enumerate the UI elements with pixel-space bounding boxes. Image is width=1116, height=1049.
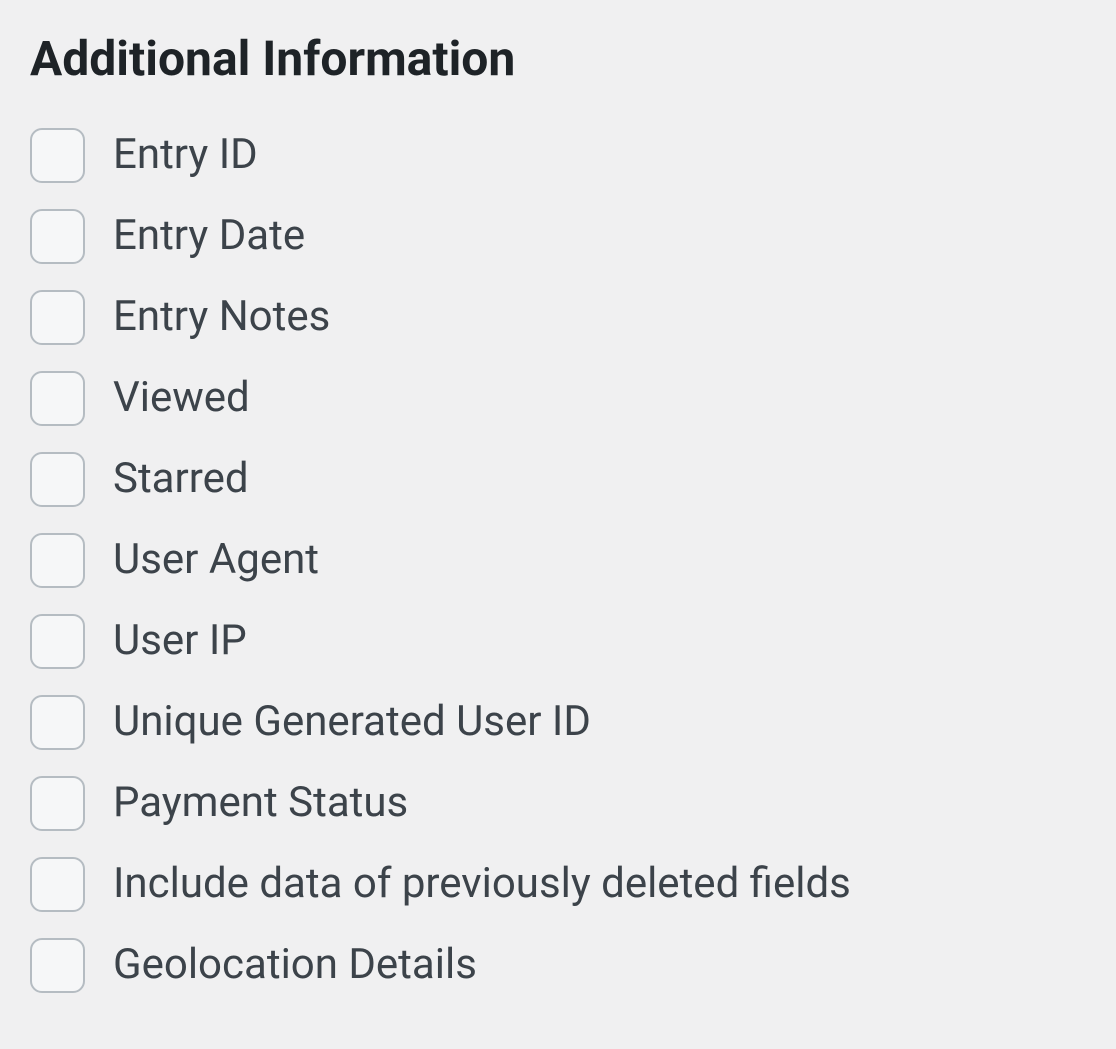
checkbox-label-user-agent[interactable]: User Agent — [113, 533, 319, 588]
checkbox-label-entry-date[interactable]: Entry Date — [113, 209, 305, 264]
checkbox-label-user-ip[interactable]: User IP — [113, 614, 247, 669]
checkbox-starred[interactable] — [30, 452, 85, 507]
checkbox-geolocation-details[interactable] — [30, 938, 85, 993]
checkbox-item-user-ip: User IP — [30, 614, 1086, 669]
checkbox-list: Entry ID Entry Date Entry Notes Viewed S… — [30, 128, 1086, 993]
checkbox-item-starred: Starred — [30, 452, 1086, 507]
checkbox-entry-id[interactable] — [30, 128, 85, 183]
checkbox-payment-status[interactable] — [30, 776, 85, 831]
checkbox-label-entry-id[interactable]: Entry ID — [113, 128, 258, 183]
checkbox-item-payment-status: Payment Status — [30, 776, 1086, 831]
checkbox-include-deleted-fields[interactable] — [30, 857, 85, 912]
checkbox-entry-date[interactable] — [30, 209, 85, 264]
checkbox-item-entry-date: Entry Date — [30, 209, 1086, 264]
checkbox-user-agent[interactable] — [30, 533, 85, 588]
checkbox-label-unique-generated-user-id[interactable]: Unique Generated User ID — [113, 695, 591, 750]
checkbox-item-entry-id: Entry ID — [30, 128, 1086, 183]
checkbox-item-unique-generated-user-id: Unique Generated User ID — [30, 695, 1086, 750]
checkbox-label-payment-status[interactable]: Payment Status — [113, 776, 408, 831]
checkbox-item-geolocation-details: Geolocation Details — [30, 938, 1086, 993]
checkbox-entry-notes[interactable] — [30, 290, 85, 345]
checkbox-label-geolocation-details[interactable]: Geolocation Details — [113, 938, 477, 993]
checkbox-label-entry-notes[interactable]: Entry Notes — [113, 290, 330, 345]
checkbox-label-starred[interactable]: Starred — [113, 452, 249, 507]
checkbox-item-viewed: Viewed — [30, 371, 1086, 426]
checkbox-viewed[interactable] — [30, 371, 85, 426]
checkbox-label-viewed[interactable]: Viewed — [113, 371, 250, 426]
checkbox-user-ip[interactable] — [30, 614, 85, 669]
checkbox-item-entry-notes: Entry Notes — [30, 290, 1086, 345]
checkbox-unique-generated-user-id[interactable] — [30, 695, 85, 750]
checkbox-item-include-deleted-fields: Include data of previously deleted field… — [30, 857, 1086, 912]
section-title: Additional Information — [30, 30, 1086, 88]
checkbox-item-user-agent: User Agent — [30, 533, 1086, 588]
checkbox-label-include-deleted-fields[interactable]: Include data of previously deleted field… — [113, 857, 851, 912]
